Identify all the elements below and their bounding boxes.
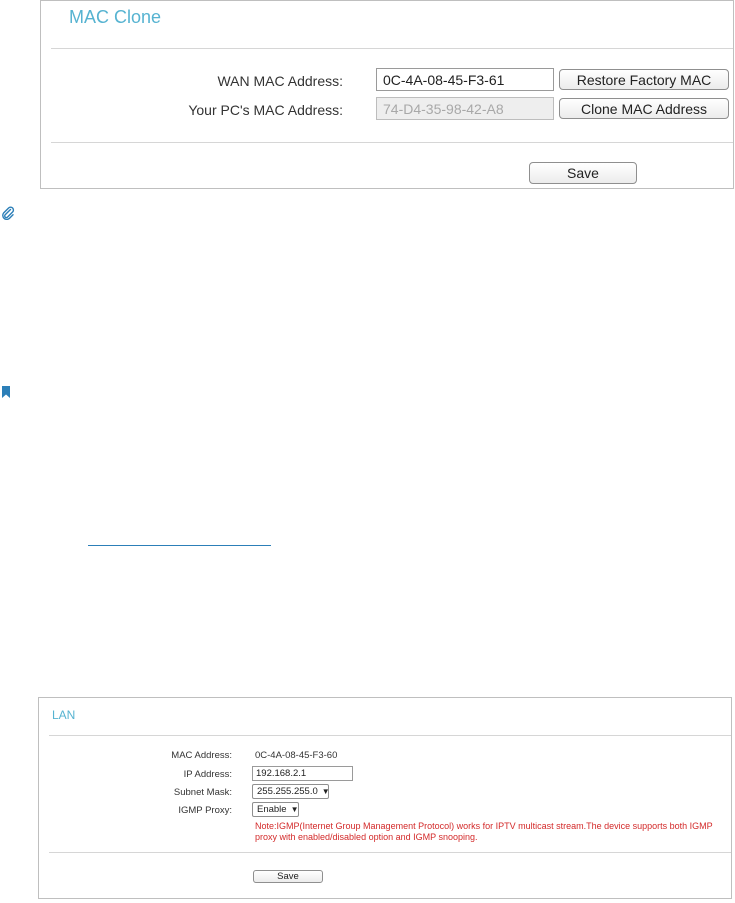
lan-title: LAN — [52, 708, 76, 722]
paperclip-icon — [1, 206, 15, 221]
mac-address-label: MAC Address: — [171, 750, 232, 761]
link-underline[interactable] — [88, 545, 271, 546]
bookmark-icon — [2, 385, 10, 398]
chevron-down-icon: ▼ — [321, 787, 330, 796]
clone-mac-address-button[interactable]: Clone MAC Address — [559, 98, 729, 119]
wan-mac-input[interactable]: 0C-4A-08-45-F3-61 — [376, 68, 554, 91]
subnet-mask-label: Subnet Mask: — [173, 787, 232, 798]
save-button[interactable]: Save — [529, 162, 637, 184]
restore-factory-mac-button[interactable]: Restore Factory MAC — [559, 69, 729, 90]
divider — [51, 142, 733, 143]
divider — [49, 852, 731, 853]
igmp-proxy-value: Enable — [257, 804, 287, 815]
mac-clone-panel: MAC Clone WAN MAC Address: 0C-4A-08-45-F… — [40, 0, 734, 189]
wan-mac-label: WAN MAC Address: — [217, 73, 343, 89]
chevron-down-icon: ▼ — [290, 805, 299, 814]
mac-address-value: 0C-4A-08-45-F3-60 — [255, 750, 338, 761]
igmp-proxy-select[interactable]: Enable ▼ — [252, 802, 299, 817]
ip-address-label: IP Address: — [183, 769, 232, 780]
lan-panel: LAN MAC Address: 0C-4A-08-45-F3-60 IP Ad… — [38, 697, 732, 899]
igmp-proxy-label: IGMP Proxy: — [178, 805, 232, 816]
subnet-mask-select[interactable]: 255.255.255.0 ▼ — [252, 784, 330, 799]
mac-clone-title: MAC Clone — [69, 7, 162, 27]
pc-mac-input: 74-D4-35-98-42-A8 — [376, 97, 554, 120]
pc-mac-label: Your PC's MAC Address: — [188, 102, 343, 118]
save-button[interactable]: Save — [253, 870, 323, 883]
divider — [51, 48, 733, 49]
divider — [49, 735, 731, 736]
igmp-note: Note:IGMP(Internet Group Management Prot… — [255, 821, 713, 842]
ip-address-input[interactable]: 192.168.2.1 — [252, 766, 353, 781]
subnet-mask-value: 255.255.255.0 — [257, 786, 318, 797]
